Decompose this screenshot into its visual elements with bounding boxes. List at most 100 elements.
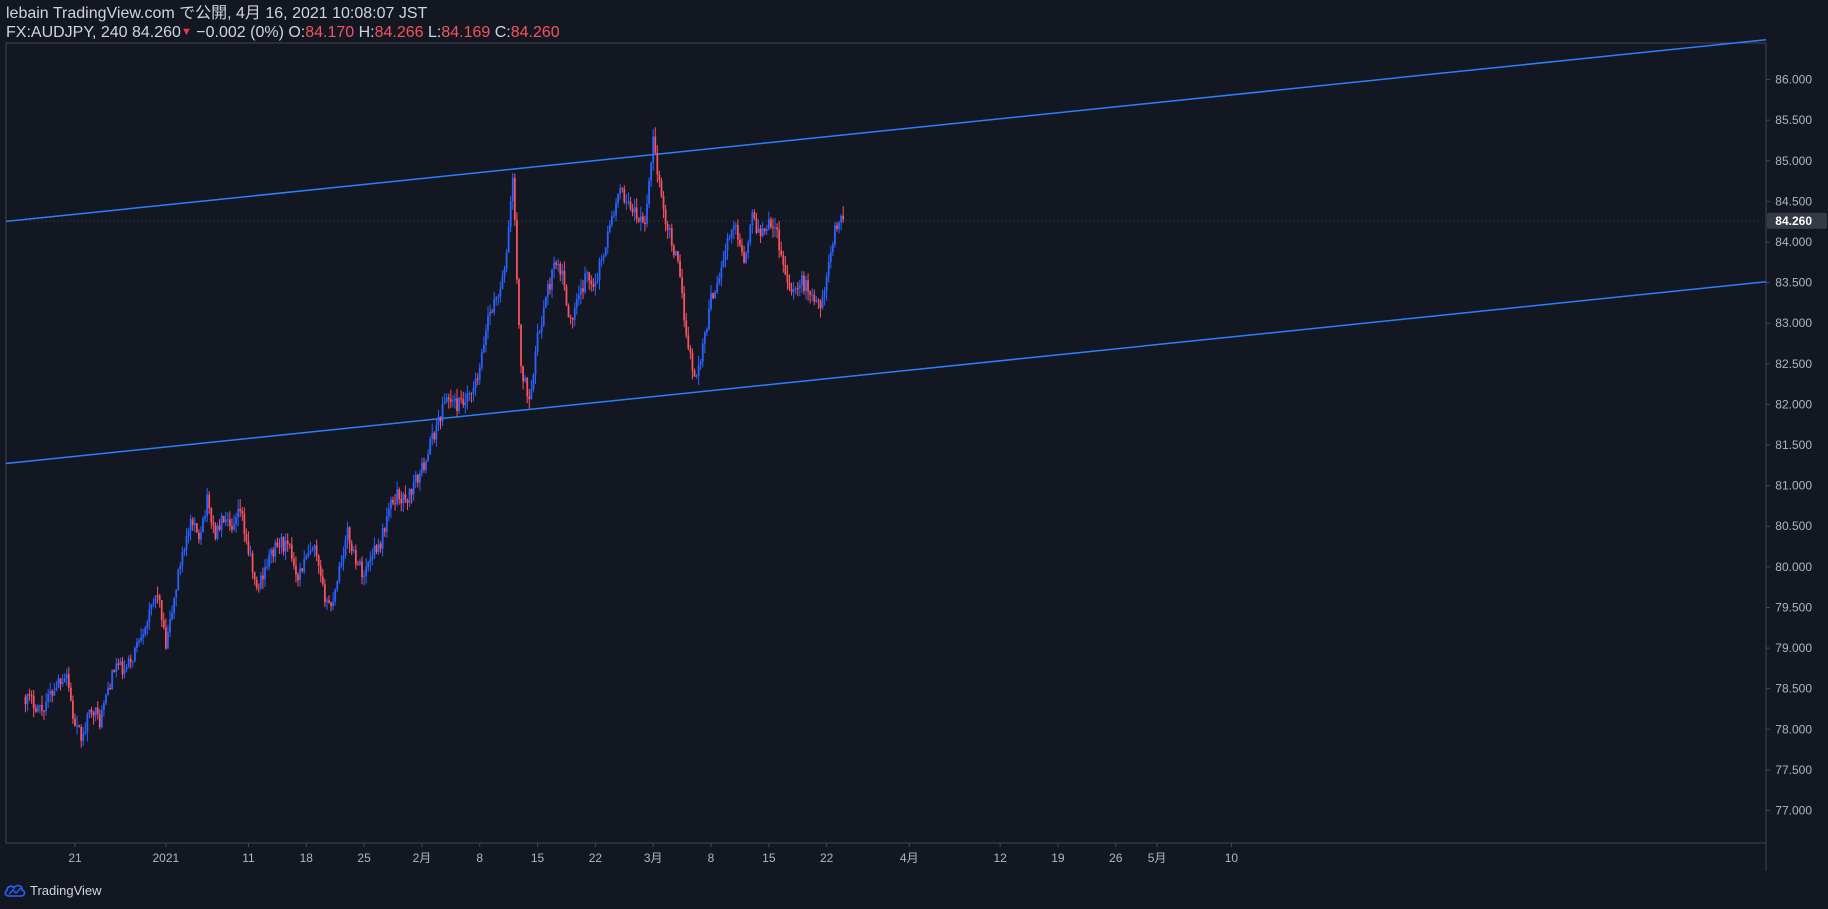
candle-body [311, 549, 314, 551]
candle [220, 512, 223, 538]
candle [456, 388, 458, 417]
time-tick-label: 2021 [153, 851, 180, 865]
candle-body [38, 704, 41, 706]
candle [722, 251, 725, 268]
candle-body [290, 544, 293, 559]
parallel-channel[interactable] [5, 38, 1767, 465]
candle-body [462, 399, 465, 406]
candle-body [111, 670, 114, 690]
candle [518, 277, 520, 329]
candle [743, 245, 745, 264]
candle [61, 674, 64, 687]
candle [30, 690, 33, 704]
time-tick-label: 22 [820, 851, 834, 865]
candle [435, 419, 438, 447]
candle-body [379, 543, 382, 549]
candle [838, 220, 840, 234]
price-axis[interactable]: 77.000 77.500 78.000 78.500 79.000 79.500 80.0… [1766, 73, 1812, 818]
candle [249, 545, 252, 557]
candle-body [666, 223, 669, 230]
candle [662, 191, 665, 219]
candle-body [138, 640, 140, 643]
time-tick-label: 15 [762, 851, 776, 865]
candle-body [348, 527, 351, 544]
candle [505, 248, 508, 273]
candle-body [266, 566, 268, 568]
candle-body [98, 713, 101, 728]
candle [233, 515, 235, 532]
candle-body [350, 543, 353, 552]
candle-body [220, 515, 223, 530]
candle [416, 473, 419, 488]
candle-body [679, 260, 681, 278]
candle [160, 600, 163, 628]
candle-body [251, 553, 254, 573]
candle [383, 527, 386, 537]
time-tick-label: 12 [993, 851, 1007, 865]
candle-body [301, 568, 304, 572]
candle [295, 556, 297, 583]
candle [736, 219, 739, 247]
candle [365, 558, 368, 584]
candle-body [683, 293, 686, 321]
candle-body [119, 661, 122, 666]
candle-body [398, 489, 401, 500]
candle-body [780, 250, 783, 256]
candle-series[interactable] [24, 127, 845, 748]
candle [637, 216, 640, 224]
candle [321, 568, 324, 587]
candle [392, 496, 394, 506]
candle [34, 704, 37, 713]
time-axis[interactable]: 21 2021 11 18 25 2月 8 15 22 3月 8 15 22 4月 12 19 26 5月 10 [68, 843, 1238, 865]
candle [286, 533, 289, 552]
candle-body [210, 508, 213, 523]
candle [472, 381, 475, 402]
candle-body [204, 516, 206, 519]
candle [520, 323, 522, 374]
candle [462, 391, 465, 408]
candle [241, 507, 244, 521]
candle-body [728, 237, 731, 239]
price-tick-label: 80.500 [1775, 519, 1812, 533]
candle [728, 234, 731, 241]
candle [734, 222, 737, 235]
candle-body [307, 552, 310, 557]
candle-body [241, 511, 244, 514]
candle [701, 338, 704, 368]
candle [460, 390, 463, 404]
candle-body [140, 637, 142, 641]
candle-body [714, 291, 717, 299]
candle [631, 203, 634, 217]
candle [344, 535, 347, 559]
price-tick-label: 78.500 [1775, 682, 1812, 696]
candle-body [586, 272, 589, 274]
tradingview-logo[interactable]: TradingView [4, 880, 102, 900]
price-chart[interactable]: 77.000 77.500 78.000 78.500 79.000 79.500 80.0… [0, 0, 1828, 909]
candle [805, 275, 807, 300]
candle [470, 392, 473, 403]
candle-body [410, 488, 413, 495]
candle-body [445, 397, 448, 403]
candle [375, 544, 378, 555]
candle-body [72, 700, 74, 719]
candle [451, 395, 454, 408]
candle-body [43, 710, 45, 712]
candle [98, 709, 101, 730]
candle [542, 300, 545, 328]
candle-body [107, 688, 109, 696]
candle [377, 538, 380, 556]
candle [406, 498, 409, 511]
candle-body [745, 253, 748, 263]
candle [827, 254, 830, 283]
candle [247, 531, 250, 557]
candle-body [243, 513, 246, 534]
candle-body [743, 251, 745, 263]
candle-body [212, 522, 215, 526]
candle [381, 523, 384, 557]
candle [639, 206, 642, 232]
candle [231, 518, 233, 534]
candle-body [831, 244, 834, 253]
candle [290, 537, 293, 563]
candle-body [427, 454, 430, 462]
candle [359, 558, 361, 566]
